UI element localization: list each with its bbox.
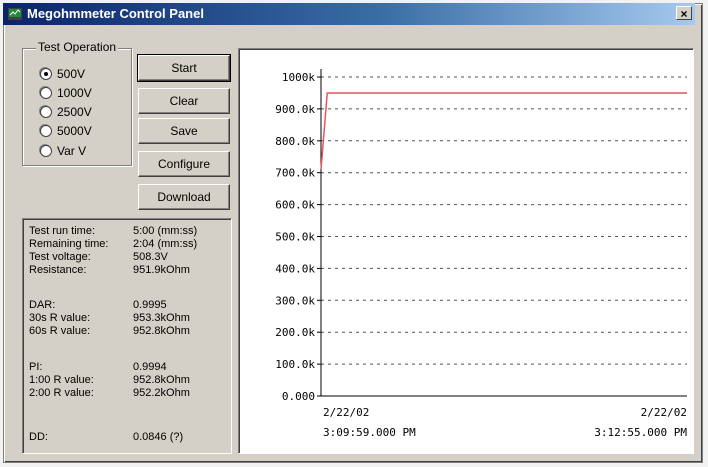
clear-button[interactable]: Clear	[138, 88, 230, 114]
info-label: Remaining time:	[29, 238, 109, 250]
configure-button[interactable]: Configure	[138, 151, 230, 177]
resistance-series-line	[320, 92, 687, 170]
info-value: 5:00 (mm:ss)	[133, 225, 198, 237]
resistance-chart: 0.000 100.0k 200.0k 300.0k 400.0k 500.0k 600.0…	[275, 69, 687, 439]
y-axis-ticks: 0.000 100.0k 200.0k 300.0k 400.0k 500.0k 600.0…	[275, 71, 321, 403]
test-operation-label: Test Operation	[36, 40, 119, 54]
radio-5000v[interactable]: 5000V	[40, 123, 92, 139]
info-label: DD:	[29, 431, 48, 443]
series-layer	[320, 92, 687, 170]
radio-button-icon	[40, 87, 52, 99]
x-tick-end-date: 2/22/02	[641, 406, 687, 419]
close-button[interactable]: ×	[676, 6, 692, 21]
save-button[interactable]: Save	[138, 118, 230, 144]
y-tick-label: 100.0k	[275, 358, 315, 371]
y-tick-label: 400.0k	[275, 262, 315, 275]
x-tick-start-date: 2/22/02	[323, 406, 369, 419]
info-label: 2:00 R value:	[29, 387, 94, 399]
info-label: 1:00 R value:	[29, 374, 94, 386]
info-label: Test voltage:	[29, 251, 91, 263]
info-value: 0.9994	[133, 361, 167, 373]
info-label: 30s R value:	[29, 312, 91, 324]
app-icon	[8, 8, 22, 20]
info-label: 60s R value:	[29, 325, 91, 337]
y-tick-label: 500.0k	[275, 231, 315, 244]
y-tick-label: 800.0k	[275, 135, 315, 148]
info-value: 0.0846 (?)	[133, 431, 184, 443]
info-value: 2:04 (mm:ss)	[133, 238, 198, 250]
radio-2500v[interactable]: 2500V	[40, 104, 92, 120]
radio-var-v[interactable]: Var V	[40, 143, 86, 159]
y-tick-label: 300.0k	[275, 294, 315, 307]
info-label: DAR:	[29, 299, 56, 311]
y-tick-label: 900.0k	[275, 103, 315, 116]
x-tick-end-time: 3:12:55.000 PM	[594, 426, 687, 439]
info-value: 0.9995	[133, 299, 167, 311]
radio-label: 5000V	[57, 124, 92, 138]
radio-label: Var V	[57, 144, 87, 158]
resistance-chart-frame: 0.000 100.0k 200.0k 300.0k 400.0k 500.0k 600.0…	[238, 48, 694, 454]
radio-button-icon	[40, 68, 52, 80]
y-tick-label: 700.0k	[275, 167, 315, 180]
title-bar[interactable]: Megohmmeter Control Panel ×	[3, 3, 695, 25]
y-tick-label: 0.000	[282, 390, 315, 403]
radio-1000v[interactable]: 1000V	[40, 85, 92, 101]
radio-button-icon	[40, 145, 52, 157]
info-value: 508.3V	[133, 251, 168, 263]
info-value: 952.8kOhm	[133, 374, 190, 386]
grid-lines	[321, 76, 687, 365]
radio-500v[interactable]: 500V	[40, 66, 85, 82]
x-tick-start-time: 3:09:59.000 PM	[323, 426, 416, 439]
info-label: Resistance:	[29, 264, 87, 276]
info-value: 952.8kOhm	[133, 325, 190, 337]
y-tick-label: 200.0k	[275, 326, 315, 339]
radio-label: 1000V	[57, 86, 92, 100]
y-tick-label: 1000k	[282, 71, 315, 84]
download-button[interactable]: Download	[138, 184, 230, 210]
info-label: Test run time:	[29, 225, 96, 237]
info-value: 952.2kOhm	[133, 387, 190, 399]
radio-label: 500V	[57, 67, 86, 81]
close-icon: ×	[680, 7, 688, 21]
window-title: Megohmmeter Control Panel	[27, 6, 204, 21]
info-label: PI:	[29, 361, 43, 373]
radio-label: 2500V	[57, 105, 92, 119]
start-button[interactable]: Start	[137, 54, 231, 82]
test-results-panel: Test run time: 5:00 (mm:ss) Remaining ti…	[22, 218, 232, 454]
info-value: 951.9kOhm	[133, 264, 190, 276]
y-tick-label: 600.0k	[275, 199, 315, 212]
radio-button-icon	[40, 125, 52, 137]
info-value: 953.3kOhm	[133, 312, 190, 324]
radio-selected-dot	[44, 72, 48, 76]
radio-button-icon	[40, 106, 52, 118]
